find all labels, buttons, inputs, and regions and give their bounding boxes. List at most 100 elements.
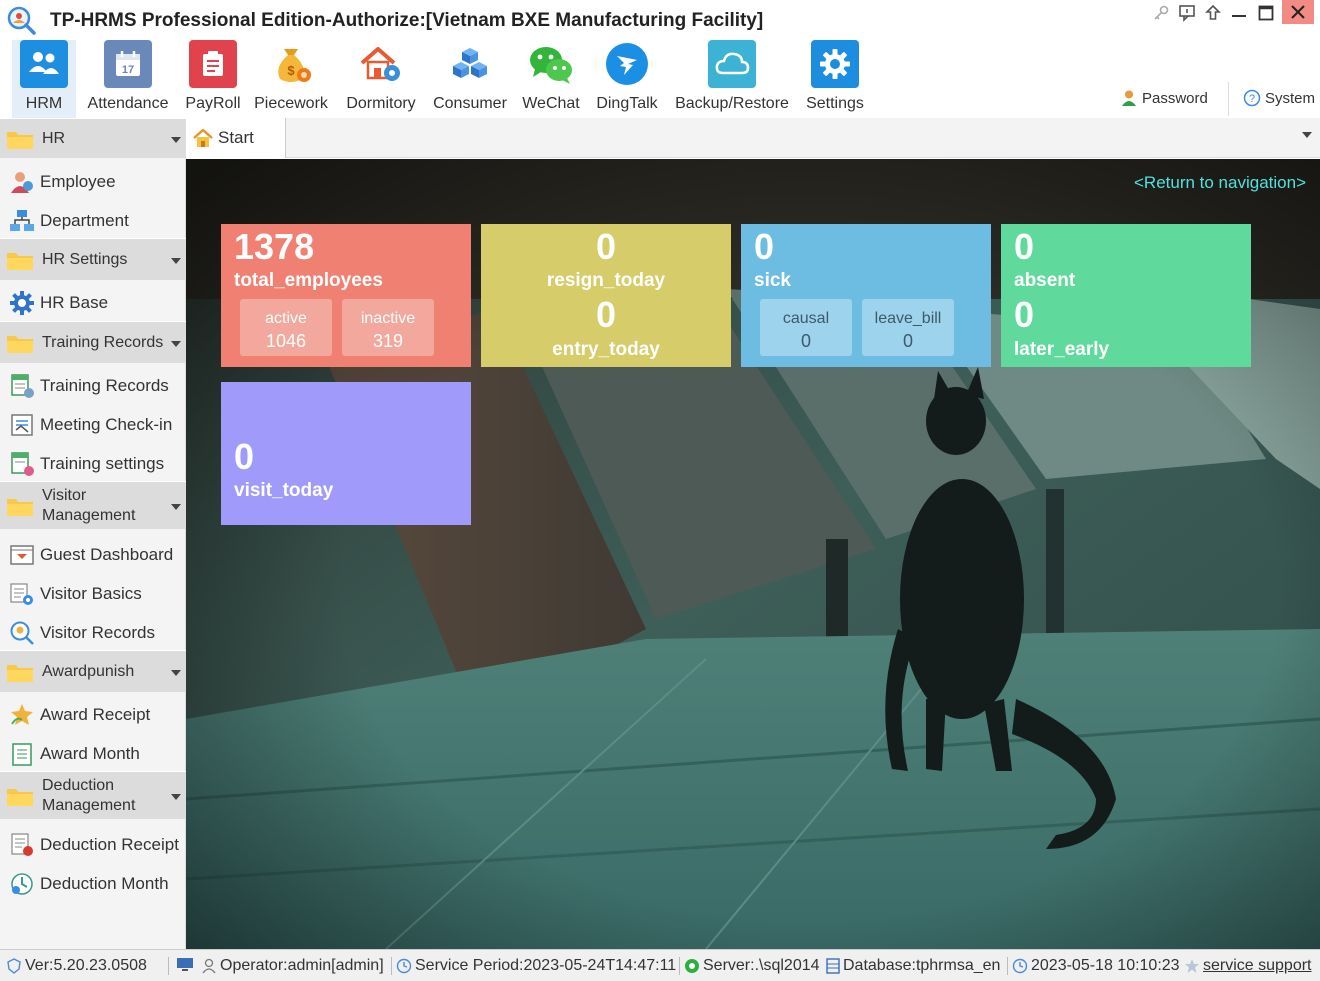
folder-icon <box>6 128 34 150</box>
leave-bill-box[interactable]: leave_bill 0 <box>862 299 954 356</box>
group-awardpunish[interactable]: Awardpunish <box>0 650 186 692</box>
server-status-icon <box>685 959 699 973</box>
resign-today-value: 0 <box>595 226 617 267</box>
sidebar-item-label: Visitor Basics <box>40 584 142 603</box>
service-period-text: Service Period:2023-05-24T14:47:11 <box>415 957 677 974</box>
gear-icon <box>811 40 859 88</box>
sidebar-item-deduction-receipt[interactable]: Deduction Receipt <box>4 827 186 863</box>
chevron-down-icon <box>171 503 181 510</box>
module-hrm-button[interactable]: HRM <box>12 40 76 118</box>
key-icon[interactable] <box>1150 2 1172 24</box>
group-label-line2: Management <box>42 796 136 814</box>
entry-today-value: 0 <box>595 294 617 335</box>
service-support-link[interactable]: service support <box>1184 957 1312 975</box>
group-visitor-management[interactable]: Visitor Management <box>0 481 186 529</box>
status-separator <box>1007 957 1008 975</box>
datetime-info: 2023-05-18 10:10:23 <box>1012 957 1180 975</box>
server-info: Server:.\sql2014 <box>684 957 820 975</box>
module-label: Dormitory <box>346 95 416 112</box>
visit-today-label: visit_today <box>234 480 334 501</box>
chevron-down-icon <box>171 136 181 143</box>
module-piecework-button[interactable]: $ Piecework <box>250 40 332 118</box>
system-button[interactable]: ? System <box>1243 87 1315 109</box>
sidebar-item-visitor-basics[interactable]: Visitor Basics <box>4 576 186 612</box>
group-hr-settings[interactable]: HR Settings <box>0 238 186 280</box>
module-label: PayRoll <box>185 95 241 112</box>
chat-icon[interactable] <box>1176 2 1198 24</box>
meeting-checkin-icon <box>8 411 36 439</box>
payroll-icon <box>189 40 237 88</box>
pin-icon[interactable] <box>1202 2 1224 24</box>
dashboard-area: <Return to navigation> 1378 total_employ… <box>186 159 1320 949</box>
module-consumer-button[interactable]: Consumer <box>430 40 510 118</box>
sidebar-item-meeting-checkin[interactable]: Meeting Check-in <box>4 407 186 443</box>
title-bar: TP-HRMS Professional Edition-Authorize:[… <box>0 0 1320 40</box>
chevron-down-icon <box>171 257 181 264</box>
return-to-navigation-link[interactable]: <Return to navigation> <box>1134 173 1306 193</box>
group-label: Visitor Management <box>42 486 135 526</box>
module-label: Consumer <box>433 95 507 112</box>
maximize-icon[interactable] <box>1254 2 1278 24</box>
svg-text:$: $ <box>287 63 295 78</box>
sidebar-item-training-records[interactable]: Training Records <box>4 368 186 404</box>
card-sick[interactable]: 0 sick causal 0 leave_bill 0 <box>741 224 991 367</box>
home-icon <box>193 128 213 147</box>
folder-icon <box>6 495 34 517</box>
user-icon <box>202 958 216 974</box>
version-text: Ver:5.20.23.0508 <box>25 957 147 974</box>
group-hr[interactable]: HR <box>0 118 186 158</box>
sidebar-item-label: Employee <box>40 172 116 191</box>
sidebar-item-award-receipt[interactable]: Award Receipt <box>4 697 186 733</box>
card-employees[interactable]: 1378 total_employees active 1046 inactiv… <box>221 224 471 367</box>
org-chart-icon <box>8 207 36 235</box>
tab-start[interactable]: Start <box>186 118 286 158</box>
inactive-box[interactable]: inactive 319 <box>342 299 434 356</box>
tab-list-dropdown[interactable] <box>1302 132 1312 138</box>
module-wechat-button[interactable]: WeChat <box>516 40 586 118</box>
sidebar-item-deduction-month[interactable]: Deduction Month <box>4 866 186 902</box>
award-month-icon <box>8 740 36 768</box>
inactive-value: 319 <box>372 331 404 351</box>
sidebar-item-award-month[interactable]: Award Month <box>4 736 186 772</box>
module-label: Piecework <box>254 95 328 112</box>
deduction-month-icon <box>8 870 36 898</box>
sidebar-item-guest-dashboard[interactable]: Guest Dashboard <box>4 537 186 573</box>
entry-today-label: entry_today <box>552 339 660 360</box>
group-training-records[interactable]: Training Records <box>0 321 186 363</box>
module-attendance-button[interactable]: 17 Attendance <box>82 40 174 118</box>
absent-label: absent <box>1014 270 1076 291</box>
deduction-receipt-icon <box>8 831 36 859</box>
active-box[interactable]: active 1046 <box>240 299 332 356</box>
sidebar-item-department[interactable]: Department <box>4 203 186 239</box>
ribbon-divider <box>1228 82 1229 116</box>
close-icon[interactable] <box>1282 0 1314 24</box>
module-backup-restore-button[interactable]: Backup/Restore <box>668 40 796 118</box>
group-deduction-management[interactable]: Deduction Management <box>0 771 186 819</box>
folder-icon <box>6 785 34 807</box>
absent-value: 0 <box>1014 226 1035 267</box>
group-label-line1: Visitor <box>42 486 87 504</box>
card-visit[interactable]: 0 visit_today <box>221 382 471 525</box>
password-label: Password <box>1142 89 1208 107</box>
module-payroll-button[interactable]: PayRoll <box>182 40 244 118</box>
card-resign-entry[interactable]: 0 resign_today 0 entry_today <box>481 224 731 367</box>
sidebar-item-hr-base[interactable]: HR Base <box>4 285 186 321</box>
sidebar-item-employee[interactable]: Employee <box>4 164 186 200</box>
minimize-icon[interactable] <box>1228 2 1250 24</box>
clock-icon <box>1012 958 1028 974</box>
module-label: DingTalk <box>596 95 658 112</box>
user-key-icon <box>1122 90 1136 106</box>
group-label-line1: Deduction <box>42 776 115 794</box>
module-dormitory-button[interactable]: Dormitory <box>340 40 422 118</box>
database-text: Database:tphrmsa_en <box>843 957 1001 974</box>
star-icon <box>1185 959 1199 973</box>
causal-box[interactable]: causal 0 <box>760 299 852 356</box>
card-absent[interactable]: 0 absent 0 later_early <box>1001 224 1251 367</box>
folder-icon <box>6 249 34 271</box>
module-label: Settings <box>806 95 864 112</box>
module-settings-button[interactable]: Settings <box>800 40 870 118</box>
sidebar-item-visitor-records[interactable]: Visitor Records <box>4 615 186 651</box>
password-button[interactable]: Password <box>1120 87 1208 109</box>
sidebar-item-training-settings[interactable]: Training settings <box>4 446 186 482</box>
module-dingtalk-button[interactable]: DingTalk <box>592 40 662 118</box>
